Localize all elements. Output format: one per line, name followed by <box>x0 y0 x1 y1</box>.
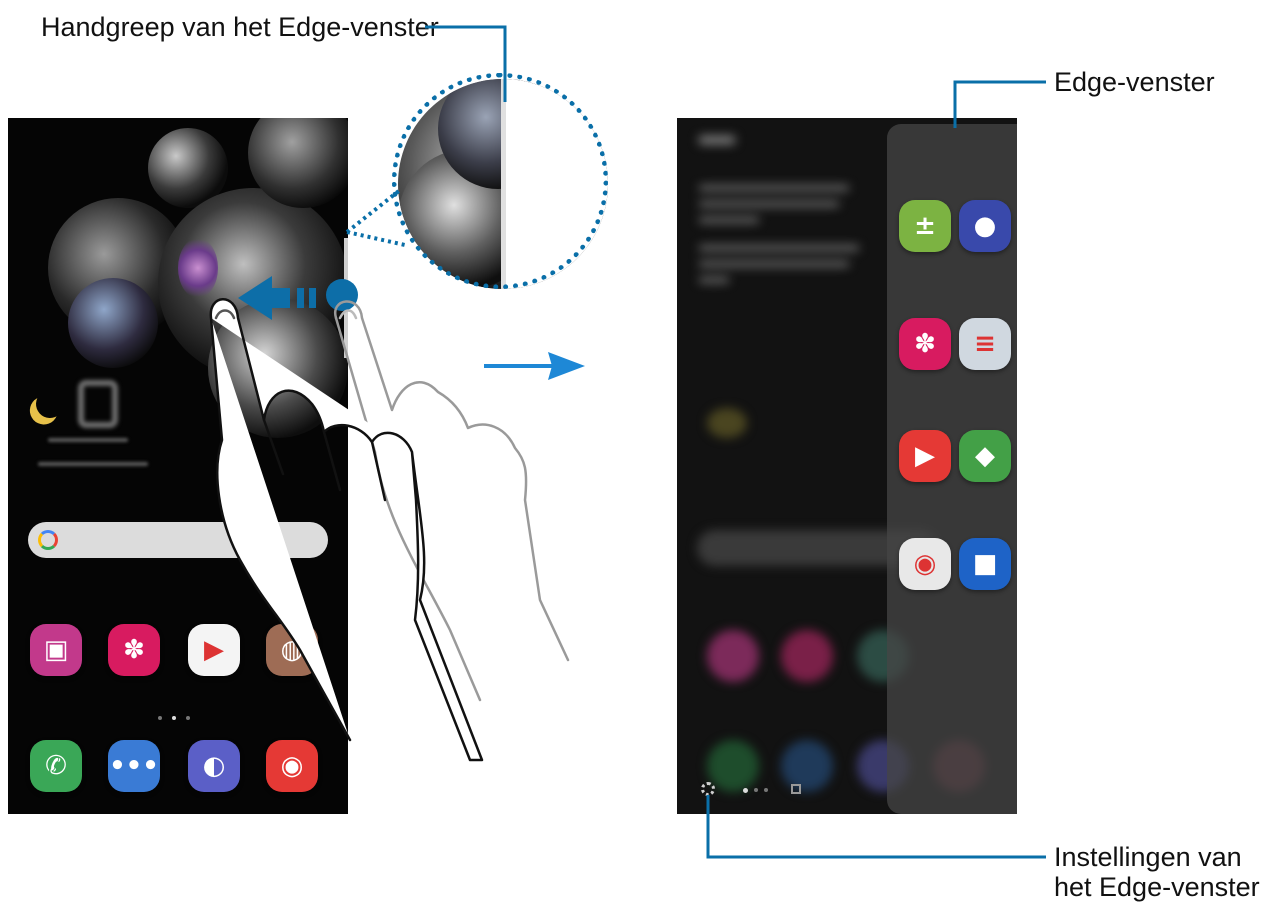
annotation-overlay <box>209 25 1046 859</box>
settings-leader-line <box>706 795 1046 859</box>
swipe-left-arrow <box>238 276 358 320</box>
ghost-hand-outline <box>334 300 570 702</box>
transition-arrow <box>484 352 585 380</box>
hand-outline <box>209 298 484 762</box>
handle-leader-line <box>425 25 507 102</box>
panel-leader-line <box>953 80 1046 128</box>
